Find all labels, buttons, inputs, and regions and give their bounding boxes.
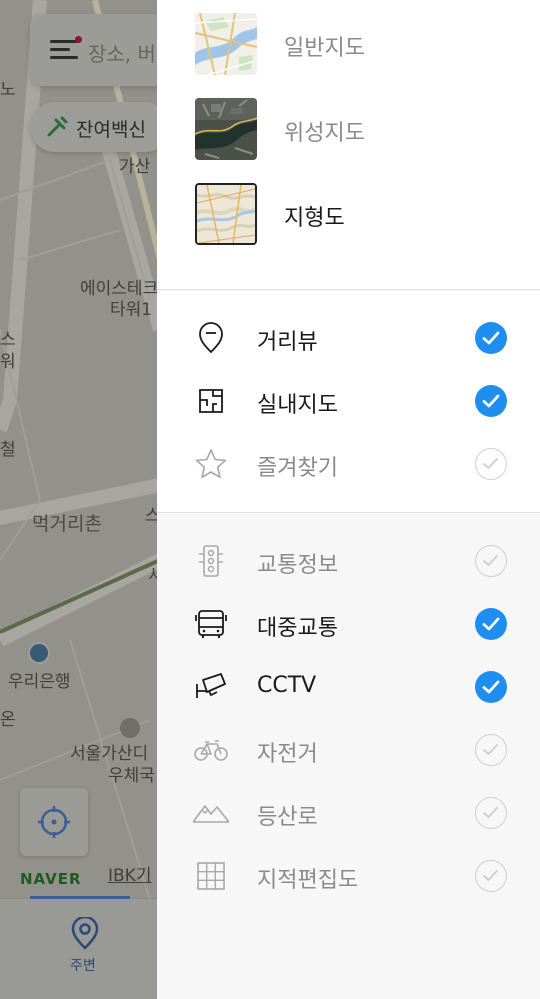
checkbox[interactable]: [475, 797, 507, 829]
map-label: 가산: [119, 157, 151, 177]
checkbox[interactable]: [475, 385, 507, 417]
checkbox[interactable]: [475, 608, 507, 640]
vaccine-chip[interactable]: 잔여백신: [30, 102, 170, 152]
overlay-label: CCTV: [257, 673, 317, 698]
overlay-row-cadastral[interactable]: 지적편집도: [157, 846, 540, 904]
bank-icon[interactable]: [28, 642, 50, 664]
map-label: 우리은행: [8, 672, 71, 692]
naver-logo: NAVER: [20, 870, 82, 888]
overlay-row-hiking[interactable]: 등산로: [157, 783, 540, 841]
overlay-label: 등산로: [257, 805, 318, 830]
overlay-row-bicycle[interactable]: 자전거: [157, 720, 540, 778]
menu-icon[interactable]: [50, 36, 82, 60]
map-label: IBK기: [108, 866, 152, 886]
map-label: 먹거리촌: [32, 513, 102, 535]
map-label: 서울가산디: [70, 744, 149, 764]
star-icon: [195, 449, 227, 479]
map-label: 우체국: [108, 766, 155, 786]
mountain-icon: [193, 805, 229, 823]
checkbox[interactable]: [475, 448, 507, 480]
syringe-icon: [47, 116, 68, 137]
cctv-icon: [196, 673, 226, 698]
map-label: 온: [0, 710, 16, 730]
overlay-row-transit[interactable]: 대중교통: [157, 594, 540, 652]
overlay-label: 대중교통: [257, 616, 338, 641]
active-tab-indicator: [30, 896, 130, 899]
checkbox[interactable]: [475, 545, 507, 577]
bus-icon: [195, 610, 227, 638]
layer-label: 즐겨찾기: [257, 456, 338, 481]
map-label: 타워1: [110, 300, 153, 320]
vaccine-chip-label: 잔여백신: [76, 119, 146, 141]
bicycle-icon: [194, 740, 228, 761]
map-type-label: 위성지도: [284, 121, 365, 146]
map-type-satellite[interactable]: 위성지도: [157, 85, 540, 165]
traffic-light-icon: [199, 545, 223, 577]
overlay-section: 교통정보 대중교통 CCTV 자전거 등산로 지적편집도: [157, 514, 540, 999]
nearby-icon[interactable]: [68, 917, 102, 951]
layer-row-street-view[interactable]: 거리뷰: [157, 308, 540, 366]
overlay-label: 교통정보: [257, 553, 338, 578]
general-map-thumbnail: [195, 13, 257, 75]
layer-label: 실내지도: [257, 393, 338, 418]
overlay-row-traffic[interactable]: 교통정보: [157, 531, 540, 589]
cadastral-grid-icon: [197, 862, 225, 890]
layer-row-favorites[interactable]: 즐겨찾기: [157, 434, 540, 492]
overlay-label: 자전거: [257, 742, 318, 767]
satellite-map-thumbnail: [195, 98, 257, 160]
checkbox[interactable]: [475, 860, 507, 892]
map-label: 에이스테크: [80, 279, 159, 299]
location-target-icon: [38, 806, 70, 838]
layer-label: 거리뷰: [257, 330, 318, 355]
map-label: 워: [0, 352, 16, 372]
checkbox[interactable]: [475, 322, 507, 354]
map-type-section: 일반지도 위성지도 지형도: [157, 0, 540, 290]
map-type-label: 일반지도: [284, 36, 365, 61]
checkbox[interactable]: [475, 734, 507, 766]
terrain-map-thumbnail: [195, 183, 257, 245]
map-type-terrain[interactable]: 지형도: [157, 170, 540, 250]
map-label: 스: [0, 330, 16, 350]
search-placeholder: 장소, 버: [88, 42, 156, 66]
map-layer-panel: 일반지도 위성지도 지형도 거리뷰 실내지도 즐겨찾기 교통정보 대중교통 CC…: [157, 0, 540, 999]
layer-row-indoor-map[interactable]: 실내지도: [157, 371, 540, 429]
checkbox[interactable]: [475, 671, 507, 703]
map-label: 노: [0, 80, 16, 100]
map-label: 철: [0, 440, 16, 460]
layer-section: 거리뷰 실내지도 즐겨찾기: [157, 291, 540, 513]
map-type-general[interactable]: 일반지도: [157, 0, 540, 80]
nav-label-nearby[interactable]: 주변: [70, 955, 96, 975]
overlay-row-cctv[interactable]: CCTV: [157, 657, 540, 715]
indoor-map-icon: [199, 389, 223, 413]
bottom-nav: 주변: [0, 896, 160, 999]
map-type-label: 지형도: [284, 206, 345, 231]
current-location-button[interactable]: [20, 788, 88, 856]
post-icon[interactable]: [120, 718, 140, 738]
overlay-label: 지적편집도: [257, 868, 359, 893]
street-view-icon: [199, 322, 223, 354]
